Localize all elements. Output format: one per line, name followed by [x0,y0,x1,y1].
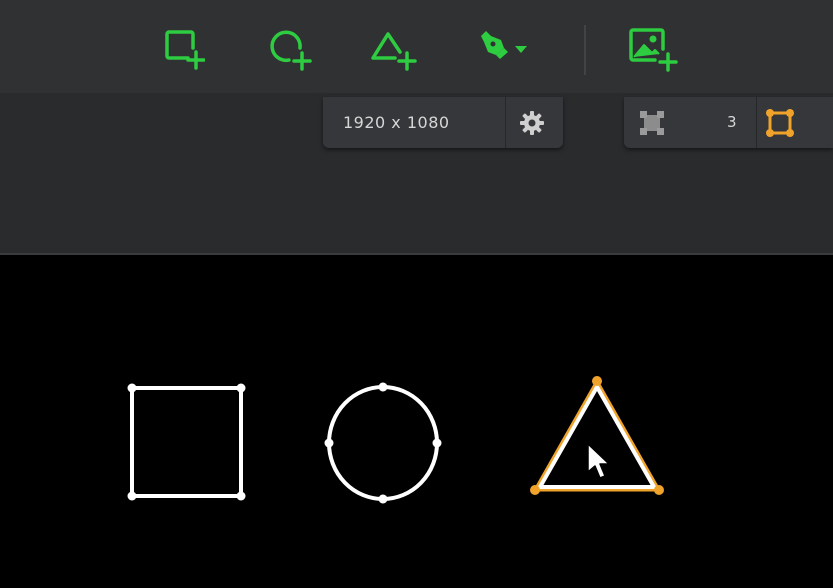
resolution-divider [505,97,506,148]
pen-tool-icon [481,31,508,59]
points-count[interactable]: 3 [727,97,737,148]
vertex-mode-icon[interactable] [638,109,666,137]
resolution-box: 1920 x 1080 [323,97,563,148]
main-toolbar [0,0,833,94]
add-circle-icon [270,30,312,71]
add-triangle-icon [371,32,417,71]
mouse-cursor-icon [587,443,610,479]
chevron-down-icon[interactable] [512,24,530,72]
gear-icon[interactable] [519,110,545,136]
resolution-label[interactable]: 1920 x 1080 [343,97,450,148]
toolbar-separator [584,25,586,75]
square-shape[interactable] [120,378,250,508]
add-image-tool[interactable] [625,22,679,74]
points-box: 3 [624,97,833,148]
add-triangle-tool[interactable] [366,22,422,74]
add-image-icon [629,28,678,72]
edit-points-icon[interactable] [764,107,796,139]
circle-shape[interactable] [320,380,450,506]
pen-tool[interactable] [472,22,532,74]
add-rectangle-icon [165,30,205,70]
triangle-shape[interactable] [520,370,680,510]
points-divider [756,97,757,148]
add-rectangle-tool[interactable] [158,22,208,74]
add-circle-tool[interactable] [263,22,315,74]
